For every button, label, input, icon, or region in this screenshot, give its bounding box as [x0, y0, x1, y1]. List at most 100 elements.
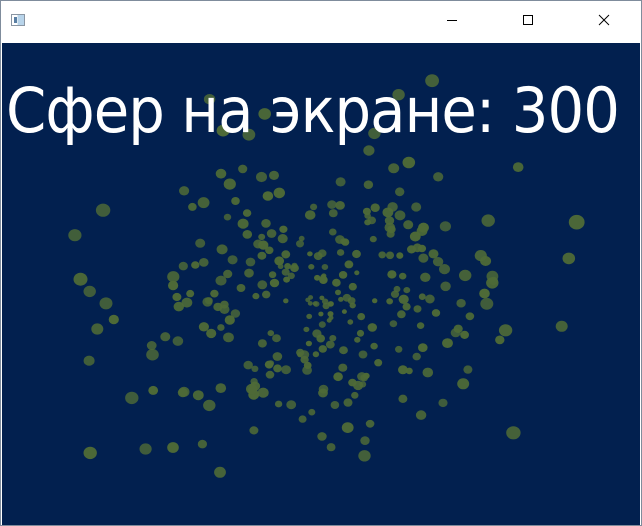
sphere — [333, 372, 343, 382]
sphere — [412, 243, 423, 253]
sphere — [358, 450, 371, 462]
sphere — [335, 201, 345, 210]
sphere — [356, 329, 365, 337]
sphere — [318, 321, 326, 328]
sphere — [148, 385, 159, 395]
sphere — [231, 197, 240, 205]
sphere — [367, 323, 377, 332]
sphere — [215, 168, 227, 179]
render-viewport[interactable]: Сфер на экране: 300 — [2, 43, 640, 525]
sphere — [281, 365, 291, 375]
sphere — [73, 272, 88, 286]
sphere — [385, 251, 395, 260]
sphere — [420, 272, 431, 282]
sphere — [262, 290, 271, 299]
app-window-icon[interactable] — [11, 14, 25, 26]
sphere — [160, 332, 171, 342]
sphere — [274, 256, 285, 266]
sphere — [398, 394, 408, 403]
sphere — [257, 387, 269, 398]
sphere — [335, 177, 346, 187]
sphere — [489, 276, 498, 286]
sphere — [172, 336, 184, 346]
sphere — [369, 235, 377, 243]
sphere — [329, 335, 337, 342]
sphere — [438, 398, 448, 408]
sphere — [398, 294, 409, 304]
sphere — [348, 378, 357, 387]
sphere — [167, 271, 180, 283]
sphere — [378, 251, 387, 259]
sphere — [338, 271, 348, 279]
sphere — [413, 305, 422, 313]
sphere — [481, 214, 495, 227]
sphere — [359, 381, 367, 388]
sphere — [442, 338, 453, 348]
sphere — [372, 298, 378, 304]
sphere — [374, 359, 383, 367]
sphere — [227, 255, 238, 265]
sphere — [312, 301, 318, 306]
sphere — [253, 239, 263, 249]
sphere — [95, 203, 111, 217]
sphere — [197, 439, 207, 449]
sphere — [215, 383, 227, 393]
sphere — [274, 400, 283, 408]
sphere — [338, 363, 348, 372]
sphere — [362, 372, 370, 379]
sphere — [188, 202, 197, 211]
sphere — [297, 352, 303, 358]
sphere — [268, 271, 277, 279]
sphere — [236, 284, 246, 292]
sphere — [318, 384, 329, 394]
sphere — [327, 200, 337, 209]
sphere — [479, 288, 490, 299]
sphere — [197, 197, 210, 209]
sphere — [341, 309, 347, 314]
sphere — [363, 180, 374, 189]
title-bar[interactable] — [1, 1, 641, 43]
sphere — [223, 178, 236, 190]
sphere — [340, 238, 348, 245]
sphere — [403, 287, 411, 294]
sphere — [474, 250, 487, 262]
sphere — [290, 264, 299, 273]
sphere — [192, 390, 204, 401]
sphere — [269, 278, 280, 288]
sphere — [394, 210, 406, 221]
sphere — [390, 290, 400, 298]
sphere — [279, 225, 288, 233]
sphere — [480, 297, 494, 310]
sphere — [439, 221, 451, 232]
sphere — [238, 164, 248, 174]
sphere — [83, 355, 95, 366]
sphere — [336, 249, 345, 256]
sphere — [325, 340, 335, 349]
sphere — [203, 399, 216, 412]
sphere — [314, 274, 321, 281]
sphere — [198, 322, 209, 332]
sphere — [352, 249, 361, 259]
sphere — [269, 170, 279, 180]
sphere — [562, 252, 576, 265]
sphere — [267, 330, 275, 337]
minimize-button[interactable] — [429, 1, 475, 39]
sphere — [440, 281, 451, 292]
sphere — [387, 270, 397, 279]
sphere — [405, 367, 413, 375]
sphere — [283, 298, 289, 304]
sphere — [425, 294, 435, 304]
sphere — [244, 268, 254, 278]
sphere — [402, 156, 416, 169]
close-button[interactable] — [581, 1, 627, 39]
sphere — [273, 187, 285, 199]
sphere — [318, 311, 324, 317]
sphere — [327, 301, 334, 307]
sphere — [506, 426, 521, 440]
sphere — [307, 301, 313, 306]
sphere — [266, 229, 277, 238]
sphere — [321, 264, 329, 270]
sphere — [418, 343, 428, 352]
maximize-button[interactable] — [505, 1, 551, 39]
sphere — [412, 352, 421, 361]
